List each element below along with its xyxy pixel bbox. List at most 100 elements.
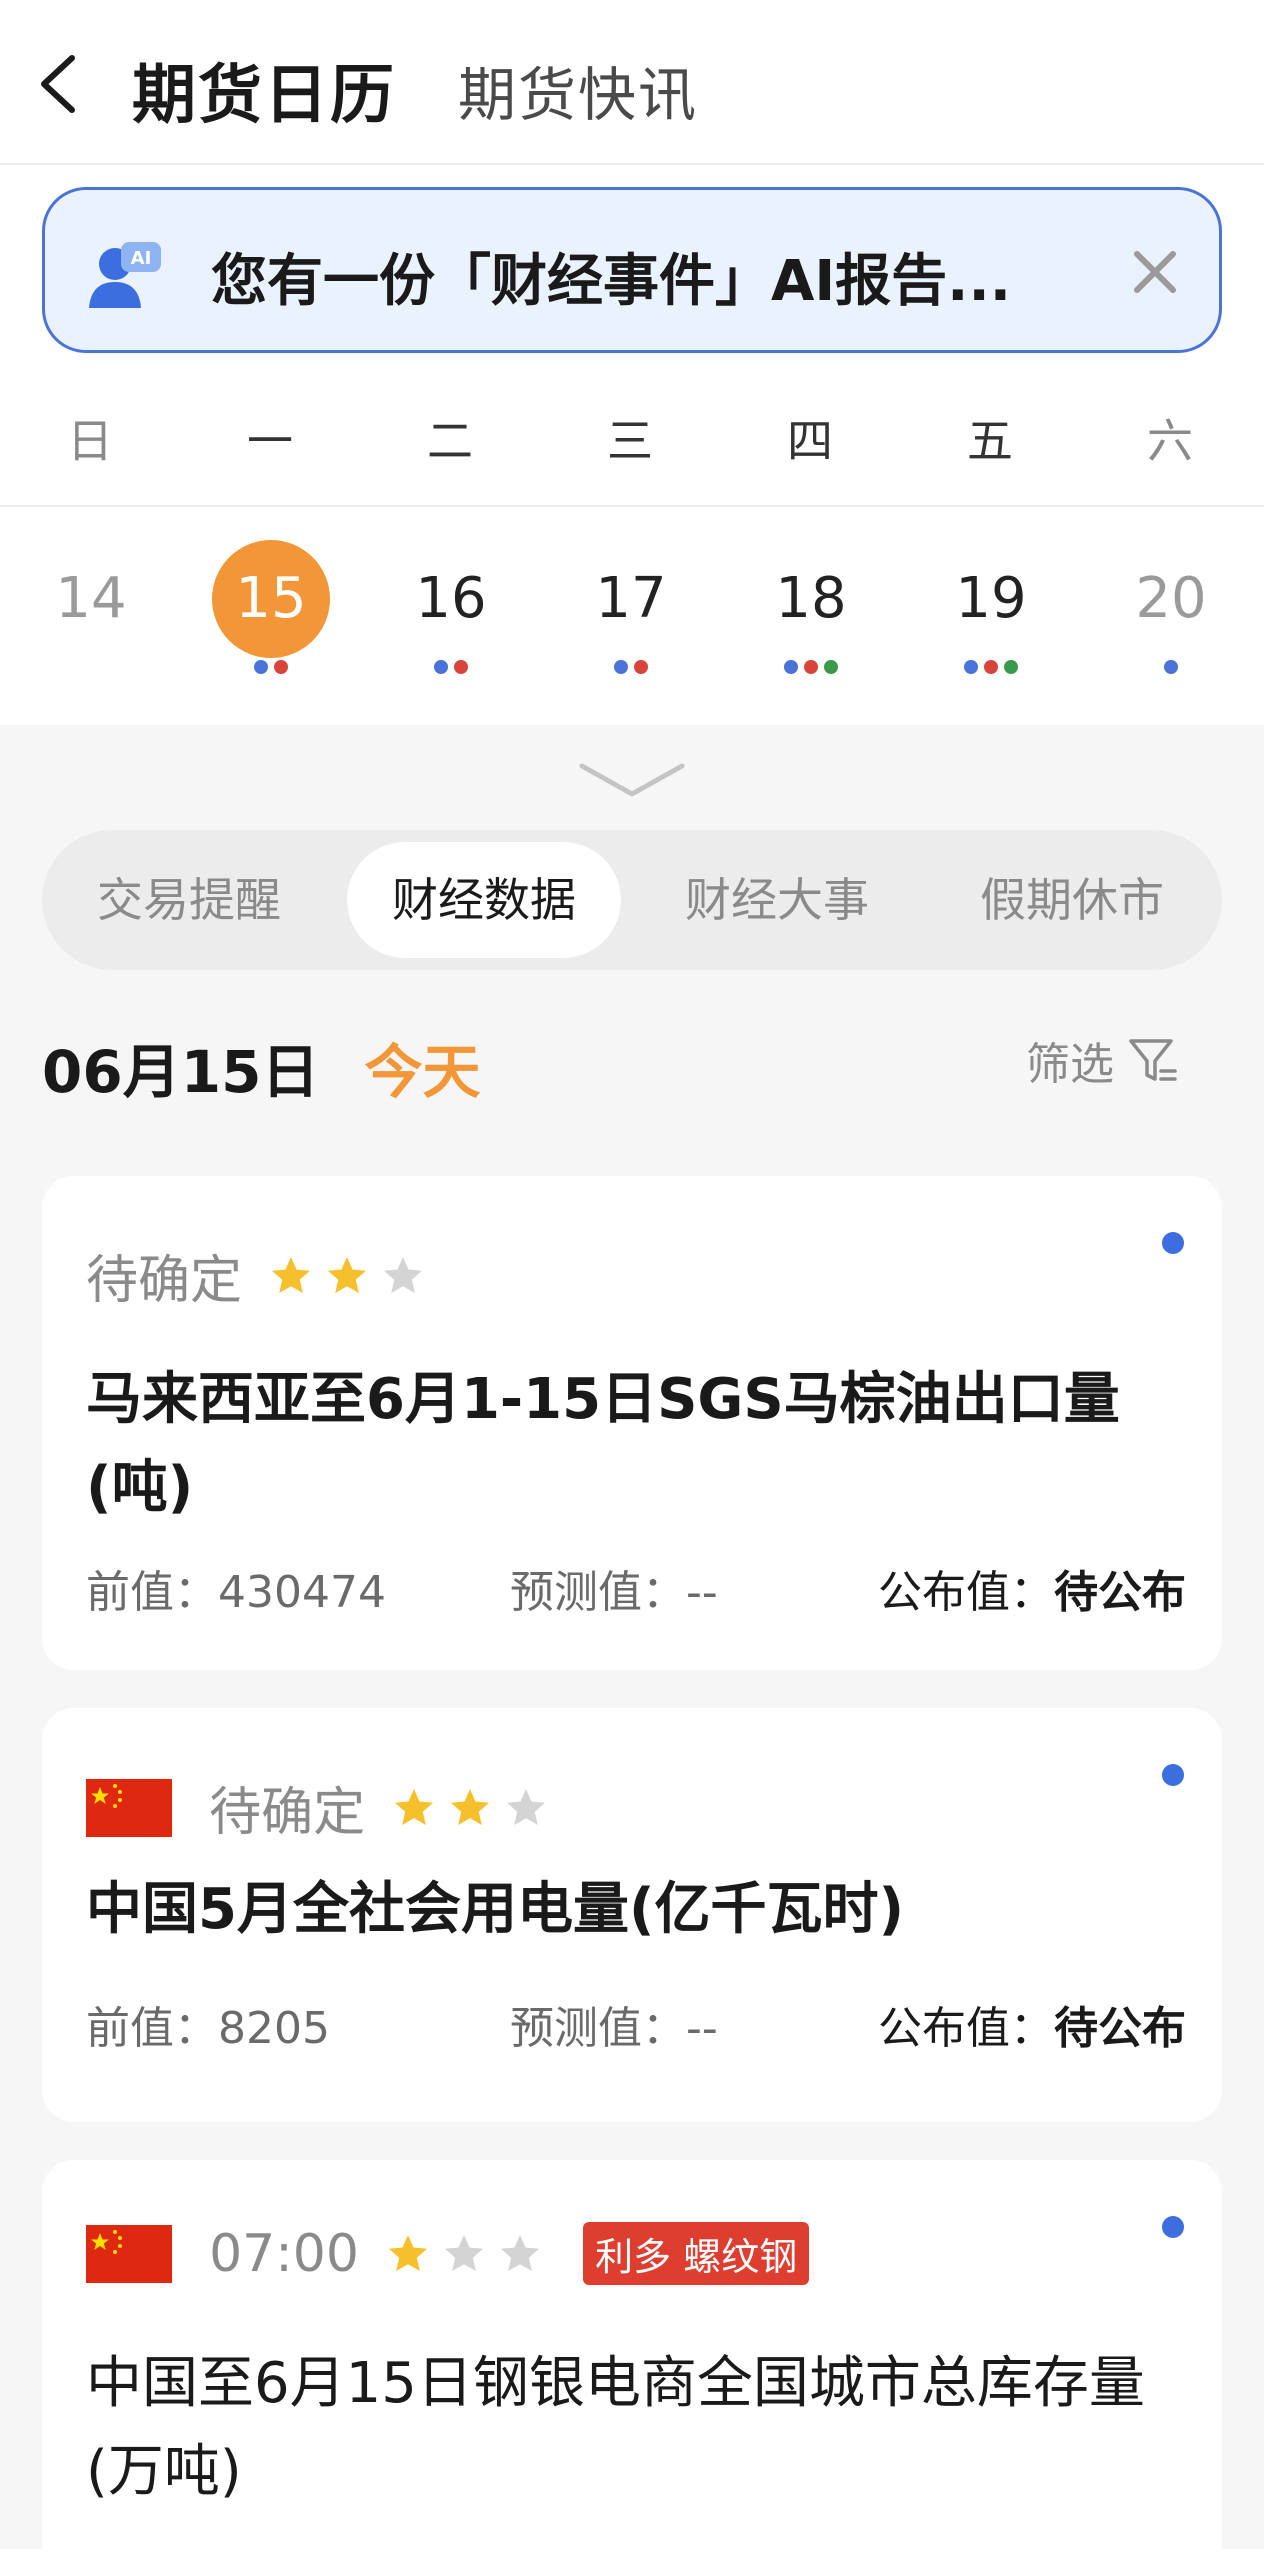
divider xyxy=(0,505,1264,507)
ai-report-text: 您有一份「财经事件」AI报告... xyxy=(211,249,1011,314)
event-time: 07:00 xyxy=(209,2223,359,2284)
date-number: 18 xyxy=(775,566,847,631)
china-flag-icon xyxy=(86,2224,172,2283)
weekday-mon: 一 xyxy=(247,414,293,468)
event-card[interactable]: 待确定 马来西亚至6月1-15日SGS马棕油出口量(吨) 前值：430474 预… xyxy=(42,1176,1222,1670)
unread-dot xyxy=(1162,2216,1184,2238)
forecast-value: 预测值：-- xyxy=(510,2003,718,2054)
event-dot xyxy=(984,660,998,674)
filter-button[interactable]: 筛选 xyxy=(1026,1028,1179,1098)
weekday-header: 日 一 二 三 四 五 六 xyxy=(0,395,1264,485)
filter-label: 筛选 xyxy=(1026,1039,1114,1090)
weekday-tue: 二 xyxy=(427,414,473,468)
unread-dot xyxy=(1162,1764,1184,1786)
event-meta: 待确定 xyxy=(86,1238,437,1311)
date-cell-selected[interactable]: 15 xyxy=(196,530,346,700)
event-meta: 待确定 xyxy=(86,1770,560,1843)
event-title: 中国5月全社会用电量(亿千瓦时) xyxy=(86,1877,905,1942)
china-flag-icon xyxy=(86,1778,172,1837)
event-dot xyxy=(254,660,268,674)
selected-date: 06月15日 xyxy=(42,1038,320,1106)
unread-dot xyxy=(1162,1232,1184,1254)
date-number: 19 xyxy=(955,566,1027,631)
weekday-wed: 三 xyxy=(607,414,653,468)
weekday-thu: 四 xyxy=(787,414,833,468)
star-empty-icon xyxy=(445,2234,484,2271)
date-cell[interactable]: 20 xyxy=(1096,530,1246,700)
date-cell[interactable]: 14 xyxy=(16,530,166,700)
event-dot xyxy=(274,660,288,674)
event-time: 待确定 xyxy=(86,1251,243,1311)
previous-value: 前值：430474 xyxy=(86,1567,386,1618)
date-cell[interactable]: 18 xyxy=(736,530,886,700)
star-filled-icon xyxy=(389,2234,428,2271)
tab-holiday-closure[interactable]: 假期休市 xyxy=(937,842,1207,958)
event-dots xyxy=(196,660,346,680)
date-cell[interactable]: 17 xyxy=(556,530,706,700)
actual-value: 公布值：待公布 xyxy=(878,1567,1186,1618)
event-dot xyxy=(784,660,798,674)
star-filled-icon xyxy=(272,1256,311,1293)
weekday-fri: 五 xyxy=(967,414,1013,468)
star-empty-icon xyxy=(501,2234,540,2271)
event-title: 马来西亚至6月1-15日SGS马棕油出口量(吨) xyxy=(86,1367,1120,1520)
event-meta: 07:00 利多 螺纹钢 xyxy=(86,2222,810,2292)
svg-text:AI: AI xyxy=(131,248,152,269)
forecast-value: 预测值：-- xyxy=(510,1567,718,1618)
event-time: 待确定 xyxy=(209,1783,366,1843)
top-bar: 期货日历 期货快讯 xyxy=(0,0,1264,165)
event-card[interactable]: 07:00 利多 螺纹钢 中国至6月15日钢银电商全国城市总库存量(万吨) xyxy=(42,2160,1222,2549)
date-row: 14 15 16 17 18 19 20 xyxy=(0,530,1264,700)
weekday-sat: 六 xyxy=(1147,414,1193,468)
today-label: 今天 xyxy=(364,1038,481,1106)
event-dot xyxy=(434,660,448,674)
back-arrow-icon[interactable] xyxy=(34,52,84,116)
importance-stars xyxy=(269,1254,437,1298)
date-number: 17 xyxy=(595,566,667,631)
star-empty-icon xyxy=(384,1256,423,1293)
event-dot xyxy=(804,660,818,674)
event-dots xyxy=(1096,660,1246,680)
date-number: 20 xyxy=(1135,566,1207,631)
chevron-down-icon[interactable] xyxy=(578,760,686,800)
event-dots xyxy=(916,660,1066,680)
date-number: 14 xyxy=(55,566,127,631)
event-title: 中国至6月15日钢银电商全国城市总库存量(万吨) xyxy=(86,2351,1145,2504)
star-filled-icon xyxy=(395,1788,434,1825)
star-filled-icon xyxy=(451,1788,490,1825)
tab-futures-news[interactable]: 期货快讯 xyxy=(458,48,698,132)
event-dots xyxy=(556,660,706,680)
weekday-sun: 日 xyxy=(67,414,113,468)
event-card[interactable]: 待确定 中国5月全社会用电量(亿千瓦时) 前值：8205 预测值：-- 公布值：… xyxy=(42,1708,1222,2122)
date-number: 15 xyxy=(212,540,330,658)
page-title: 期货日历 xyxy=(132,59,396,133)
date-cell[interactable]: 16 xyxy=(376,530,526,700)
category-tabs: 交易提醒 财经数据 财经大事 假期休市 xyxy=(42,830,1222,970)
event-dot xyxy=(634,660,648,674)
event-dot xyxy=(1004,660,1018,674)
event-dots xyxy=(16,660,166,680)
ai-report-banner[interactable]: AI 您有一份「财经事件」AI报告... xyxy=(42,187,1222,353)
importance-stars xyxy=(386,2232,554,2276)
tab-economic-data[interactable]: 财经数据 xyxy=(347,842,621,958)
date-cell[interactable]: 19 xyxy=(916,530,1066,700)
day-header: 06月15日 今天 xyxy=(42,1025,481,1106)
star-filled-icon xyxy=(328,1256,367,1293)
event-dot xyxy=(824,660,838,674)
star-empty-icon xyxy=(507,1788,546,1825)
event-dot xyxy=(454,660,468,674)
actual-value: 公布值：待公布 xyxy=(878,2003,1186,2054)
event-dots xyxy=(736,660,886,680)
ai-robot-icon: AI xyxy=(89,242,161,308)
event-dot xyxy=(964,660,978,674)
importance-stars xyxy=(392,1786,560,1830)
filter-icon xyxy=(1129,1039,1177,1081)
tab-trade-reminder[interactable]: 交易提醒 xyxy=(54,842,324,958)
event-dots xyxy=(376,660,526,680)
previous-value: 前值：8205 xyxy=(86,2003,330,2054)
bullish-tag: 利多 螺纹钢 xyxy=(583,2222,810,2285)
event-dot xyxy=(614,660,628,674)
tab-major-events[interactable]: 财经大事 xyxy=(642,842,912,958)
event-stats: 前值：8205 预测值：-- 公布值：待公布 xyxy=(86,1992,1186,2054)
close-icon[interactable] xyxy=(1127,244,1183,300)
